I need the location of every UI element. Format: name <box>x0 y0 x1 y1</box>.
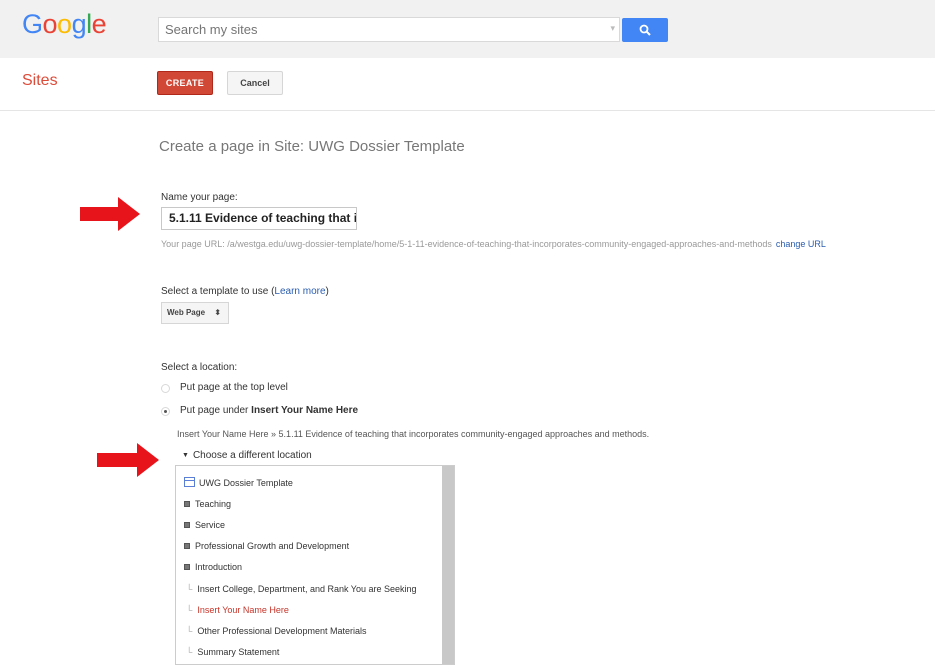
page-name-input[interactable]: 5.1.11 Evidence of teaching that incorpo… <box>161 207 357 230</box>
tree-root-label: UWG Dossier Template <box>199 478 293 488</box>
app-title[interactable]: Sites <box>22 72 58 90</box>
tree-root[interactable]: UWG Dossier Template <box>184 476 293 488</box>
annotation-arrow-icon <box>97 443 159 477</box>
radio-button[interactable] <box>161 384 170 393</box>
tree-item-summary[interactable]: └ Summary Statement <box>184 647 279 657</box>
expand-icon[interactable] <box>184 501 190 507</box>
search-input[interactable] <box>159 18 605 41</box>
tree-item-teaching[interactable]: Teaching <box>184 499 231 509</box>
expand-icon[interactable] <box>184 543 190 549</box>
radio-under-page-label: Put page under Insert Your Name Here <box>180 405 358 416</box>
template-select-value: Web Page <box>167 308 206 317</box>
tree-item-your-name[interactable]: └ Insert Your Name Here <box>184 605 289 615</box>
search-box: ▾ <box>158 17 620 42</box>
branch-line-icon: └ <box>186 605 193 615</box>
page-url: Your page URL: /a/westga.edu/uwg-dossier… <box>161 239 826 249</box>
create-button[interactable]: CREATE <box>157 71 213 95</box>
search-button[interactable] <box>622 18 668 42</box>
tree-item-label: Other Professional Development Materials <box>197 626 367 636</box>
cancel-button[interactable]: Cancel <box>227 71 283 95</box>
tree-item-college[interactable]: └ Insert College, Department, and Rank Yo… <box>184 584 417 594</box>
tree-item-label: Introduction <box>195 562 243 572</box>
select-caret-icon: ⬍ <box>214 308 221 317</box>
location-label: Select a location: <box>161 362 238 373</box>
radio-top-level-label: Put page at the top level <box>180 382 288 393</box>
tree-item-label: Professional Growth and Development <box>195 541 350 551</box>
location-tree[interactable]: UWG Dossier Template Teaching Service Pr… <box>175 465 455 665</box>
tree-item-label: Summary Statement <box>197 647 280 657</box>
template-label-end: ) <box>325 286 329 297</box>
choose-location-toggle[interactable]: ▼ Choose a different location <box>182 450 312 461</box>
logo-letter: o <box>42 9 58 39</box>
page-url-text: Your page URL: /a/westga.edu/uwg-dossier… <box>161 239 772 249</box>
tree-scrollbar[interactable] <box>442 466 454 664</box>
tree-item-label: Insert Your Name Here <box>197 605 289 615</box>
branch-line-icon: └ <box>186 626 193 636</box>
google-logo[interactable]: Google <box>22 9 107 40</box>
triangle-down-icon: ▼ <box>182 452 189 459</box>
choose-location-label: Choose a different location <box>192 450 312 461</box>
name-label: Name your page: <box>161 192 238 203</box>
tree-item-label: Insert College, Department, and Rank You… <box>197 584 417 594</box>
tree-item-professional-growth[interactable]: Professional Growth and Development <box>184 541 349 551</box>
location-path: Insert Your Name Here » 5.1.11 Evidence … <box>177 429 650 439</box>
template-label: Select a template to use (Learn more) <box>161 286 329 297</box>
tree-item-introduction[interactable]: Introduction <box>184 562 242 572</box>
search-icon <box>639 24 651 36</box>
action-bar: Sites CREATE Cancel <box>0 58 935 111</box>
expand-icon[interactable] <box>184 564 190 570</box>
radio-button-checked[interactable] <box>161 407 170 416</box>
template-label-text: Select a template to use ( <box>161 286 275 297</box>
page-title: Create a page in Site: UWG Dossier Templ… <box>159 138 465 155</box>
radio-under-prefix: Put page under <box>180 405 252 416</box>
site-icon <box>184 477 195 487</box>
tree-item-service[interactable]: Service <box>184 520 225 530</box>
branch-line-icon: └ <box>186 647 193 657</box>
search-dropdown-icon[interactable]: ▾ <box>610 23 615 34</box>
logo-letter: G <box>22 9 43 39</box>
tree-item-label: Service <box>195 520 226 530</box>
change-url-link[interactable]: change URL <box>776 239 826 249</box>
top-bar: Google ▾ <box>0 0 935 58</box>
tree-item-label: Teaching <box>195 499 232 509</box>
branch-line-icon: └ <box>186 584 193 594</box>
template-select[interactable]: Web Page ⬍ <box>161 302 229 324</box>
tree-item-other-materials[interactable]: └ Other Professional Development Material… <box>184 626 366 636</box>
expand-icon[interactable] <box>184 522 190 528</box>
learn-more-link[interactable]: Learn more <box>274 286 325 297</box>
annotation-arrow-icon <box>80 197 140 231</box>
logo-letter: e <box>91 9 107 39</box>
logo-letter: g <box>71 9 87 39</box>
radio-under-name: Insert Your Name Here <box>251 405 359 416</box>
logo-letter: o <box>57 9 72 39</box>
